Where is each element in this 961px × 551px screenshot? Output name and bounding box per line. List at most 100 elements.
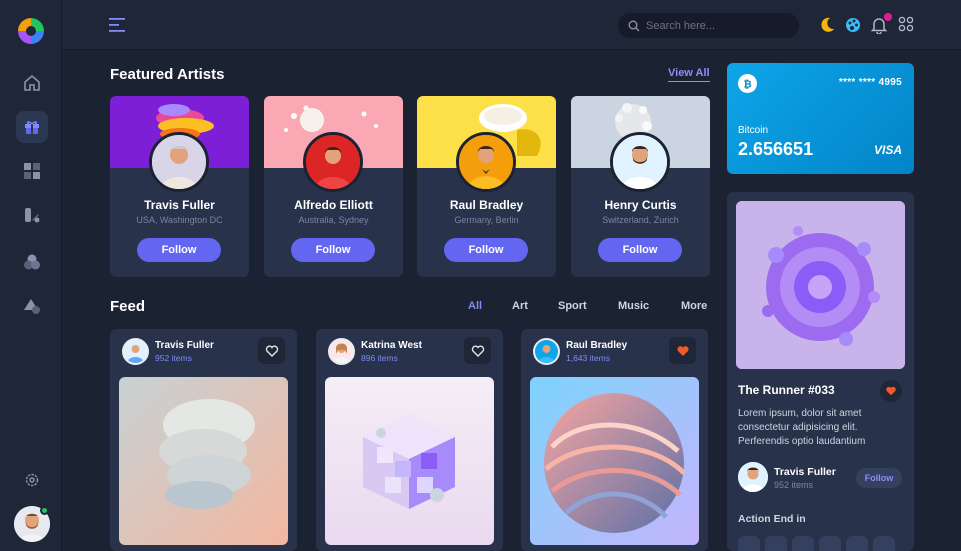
svg-text:₿: ₿ bbox=[744, 79, 752, 90]
artist-location: Germany, Berlin bbox=[454, 215, 519, 225]
search-bar bbox=[618, 13, 799, 38]
grid-icon bbox=[24, 163, 40, 179]
artist-avatar[interactable] bbox=[149, 132, 209, 192]
search-icon bbox=[628, 20, 640, 31]
artist-location: Australia, Sydney bbox=[298, 215, 369, 225]
creator-avatar[interactable] bbox=[122, 338, 149, 365]
sidebar-item-gift[interactable] bbox=[16, 111, 48, 143]
dark-mode-toggle[interactable] bbox=[818, 16, 836, 34]
nft-detail-panel: The Runner #033 Lorem ipsum, dolor sit a… bbox=[727, 192, 914, 551]
brush-icon bbox=[25, 208, 40, 223]
heart-filled-icon bbox=[886, 386, 896, 396]
countdown-box bbox=[819, 536, 841, 551]
wallet-card[interactable]: ₿ **** **** 4995 Bitcoin 2.656651 VISA bbox=[727, 63, 914, 174]
follow-button[interactable]: Follow bbox=[598, 238, 682, 262]
tab-more[interactable]: More bbox=[681, 300, 707, 312]
card-number: **** **** 4995 bbox=[838, 77, 902, 88]
artwork-image[interactable] bbox=[119, 377, 288, 545]
gear-icon bbox=[25, 473, 39, 487]
circles-icon bbox=[24, 254, 40, 270]
countdown-box bbox=[765, 536, 787, 551]
apps-icon bbox=[898, 16, 914, 32]
shapes-icon bbox=[24, 299, 40, 314]
follow-button[interactable]: Follow bbox=[137, 238, 221, 262]
artist-card: Raul Bradley Germany, Berlin Follow bbox=[417, 96, 556, 277]
creator-follow-button[interactable]: Follow bbox=[856, 468, 902, 488]
artist-card: Travis Fuller USA, Washington DC Follow bbox=[110, 96, 249, 277]
artist-avatar[interactable] bbox=[610, 132, 670, 192]
nft-like-button[interactable] bbox=[880, 380, 902, 402]
creator-items: 952 items bbox=[774, 480, 814, 490]
creator-avatar[interactable] bbox=[328, 338, 355, 365]
artist-name: Raul Bradley bbox=[449, 198, 524, 212]
feed-card: Katrina West 896 items bbox=[316, 329, 503, 551]
card-brand: VISA bbox=[873, 143, 902, 157]
follow-button[interactable]: Follow bbox=[291, 238, 375, 262]
sidebar bbox=[0, 0, 62, 551]
creator-name: Travis Fuller bbox=[774, 466, 836, 478]
palette-icon bbox=[846, 18, 860, 32]
nft-description: Lorem ipsum, dolor sit amet consectetur … bbox=[738, 408, 866, 447]
auction-label: Action End in bbox=[738, 513, 806, 525]
like-button[interactable] bbox=[464, 337, 491, 364]
creator-avatar[interactable] bbox=[738, 462, 768, 492]
tab-art[interactable]: Art bbox=[512, 300, 528, 312]
follow-button[interactable]: Follow bbox=[444, 238, 528, 262]
feed-card: Travis Fuller 952 items bbox=[110, 329, 297, 551]
heart-outline-icon bbox=[471, 345, 484, 357]
tab-all[interactable]: All bbox=[468, 300, 482, 312]
nft-image[interactable] bbox=[736, 201, 905, 369]
feed-card: Raul Bradley 1,643 items bbox=[521, 329, 708, 551]
heart-outline-icon bbox=[265, 345, 278, 357]
creator-name: Raul Bradley bbox=[566, 340, 628, 351]
artist-avatar[interactable] bbox=[303, 132, 363, 192]
gift-icon bbox=[25, 121, 39, 134]
sidebar-item-collections[interactable] bbox=[16, 246, 48, 278]
coin-balance: 2.656651 bbox=[738, 139, 814, 159]
creator-name: Travis Fuller bbox=[155, 340, 214, 351]
item-count: 952 items bbox=[155, 353, 192, 363]
featured-title: Featured Artists bbox=[110, 66, 225, 83]
artist-name: Henry Curtis bbox=[604, 198, 677, 212]
creator-avatar[interactable] bbox=[533, 338, 560, 365]
sidebar-item-tools[interactable] bbox=[16, 199, 48, 231]
artwork-image[interactable] bbox=[325, 377, 494, 545]
moon-icon bbox=[821, 17, 834, 32]
heart-filled-icon bbox=[676, 345, 689, 356]
search-input[interactable] bbox=[646, 19, 786, 32]
tab-sport[interactable]: Sport bbox=[558, 300, 587, 312]
view-all-link[interactable]: View All bbox=[668, 67, 710, 82]
artist-card: Alfredo Elliott Australia, Sydney Follow bbox=[264, 96, 403, 277]
tab-music[interactable]: Music bbox=[618, 300, 649, 312]
like-button-active[interactable] bbox=[669, 337, 696, 364]
artist-name: Alfredo Elliott bbox=[294, 198, 373, 212]
sidebar-item-shapes[interactable] bbox=[16, 290, 48, 322]
apps-button[interactable] bbox=[898, 16, 916, 34]
settings-button[interactable] bbox=[16, 464, 48, 496]
countdown-box bbox=[738, 536, 760, 551]
sidebar-item-dashboard[interactable] bbox=[16, 155, 48, 187]
artist-location: Switzerland, Zurich bbox=[602, 215, 679, 225]
hamburger-icon bbox=[109, 18, 125, 32]
theme-button[interactable] bbox=[844, 16, 862, 34]
countdown-box bbox=[873, 536, 895, 551]
bitcoin-icon: ₿ bbox=[738, 74, 757, 93]
artwork-image[interactable] bbox=[530, 377, 699, 545]
artist-location: USA, Washington DC bbox=[136, 215, 223, 225]
sidebar-item-home[interactable] bbox=[16, 67, 48, 99]
item-count: 1,643 items bbox=[566, 353, 610, 363]
menu-button[interactable] bbox=[108, 16, 126, 34]
countdown-box bbox=[846, 536, 868, 551]
artist-card: Henry Curtis Switzerland, Zurich Follow bbox=[571, 96, 710, 277]
top-bar bbox=[62, 0, 961, 50]
item-count: 896 items bbox=[361, 353, 398, 363]
artist-avatar[interactable] bbox=[456, 132, 516, 192]
notification-badge bbox=[884, 13, 892, 21]
countdown-box bbox=[792, 536, 814, 551]
artist-name: Travis Fuller bbox=[144, 198, 215, 212]
feed-title: Feed bbox=[110, 298, 146, 315]
like-button[interactable] bbox=[258, 337, 285, 364]
online-status-dot bbox=[40, 506, 49, 515]
coin-name: Bitcoin bbox=[738, 125, 769, 136]
app-logo[interactable] bbox=[16, 16, 46, 46]
